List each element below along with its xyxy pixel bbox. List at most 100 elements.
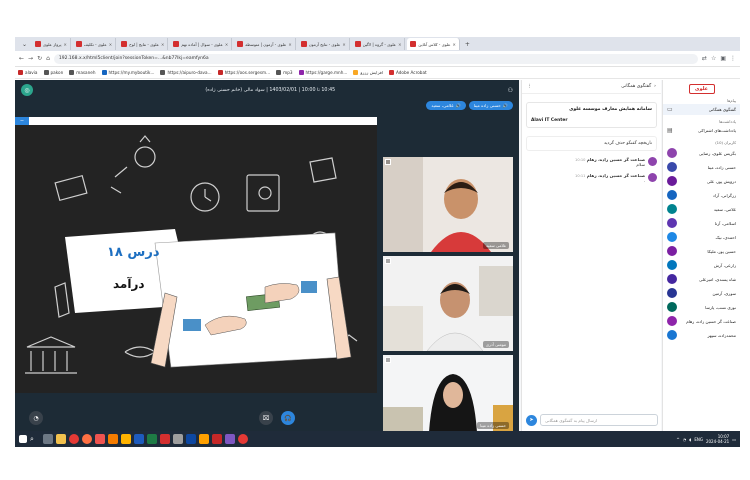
user-list-item[interactable]: حسنی زاده، مینا [663, 160, 740, 174]
bookmark[interactable]: Adobe Acrobat [388, 70, 427, 75]
close-icon[interactable]: ✕ [288, 42, 291, 47]
close-icon[interactable]: ✕ [398, 42, 401, 47]
bookmark[interactable]: masaneh [69, 70, 96, 75]
bookmark-icon [69, 70, 75, 75]
user-list-item[interactable]: حسین پور، ملیکا [663, 244, 740, 258]
home-icon[interactable]: ⌂ [46, 55, 50, 62]
browser-window: ⌄ پرواز علوی ✕ علوی - تکلیف ✕ علوی - نتایج… [15, 37, 740, 447]
browser-tab[interactable]: علوی - گروه | لاگین ✕ [352, 38, 406, 50]
search-icon[interactable]: ⌕ [30, 434, 40, 444]
app-icon[interactable] [225, 434, 235, 444]
app-icon[interactable] [108, 434, 118, 444]
task-view-icon[interactable] [43, 434, 53, 444]
user-list-item[interactable]: محمدزاده، سپهر [663, 328, 740, 342]
expand-icon[interactable] [385, 159, 391, 165]
webcam-tile[interactable]: حسنی زاده مینا [383, 355, 513, 432]
app-icon[interactable] [121, 434, 131, 444]
audio-button[interactable]: 🎧 [281, 411, 295, 425]
volume-icon[interactable]: ◖ [689, 437, 691, 442]
browser-tab[interactable]: علوی - تکلیف ✕ [73, 38, 117, 50]
start-icon[interactable] [19, 435, 27, 443]
new-tab-icon[interactable]: + [462, 41, 473, 48]
network-icon[interactable]: ◔ [683, 437, 687, 442]
close-icon[interactable]: ✕ [161, 42, 164, 47]
user-list-item[interactable]: زارعی، آرش [663, 258, 740, 272]
clock[interactable]: 10:07 2024-04-21 [706, 434, 729, 444]
language-indicator[interactable]: ENG [694, 437, 703, 442]
browser-tab[interactable]: پرواز علوی ✕ [32, 38, 71, 50]
chrome-icon[interactable] [69, 434, 79, 444]
chevron-up-icon[interactable]: ^ [676, 437, 679, 442]
user-list-item[interactable]: اسلامی، آرتا [663, 216, 740, 230]
close-icon[interactable]: ✕ [342, 42, 345, 47]
avatar [667, 316, 677, 326]
close-icon[interactable]: ✕ [109, 42, 112, 47]
app-icon[interactable] [212, 434, 222, 444]
url-field[interactable]: 192.168.x.x/html5client/join?sessionToke… [53, 53, 698, 64]
firefox-icon[interactable] [82, 434, 92, 444]
bookmark[interactable]: pakon [43, 70, 63, 75]
chat-input[interactable]: ارسال پیام به گفتگوی همگانی [540, 414, 658, 426]
webcam-tile[interactable]: مومنی آذری [383, 256, 513, 351]
bookmark[interactable]: https://garge.mnh... [298, 70, 347, 75]
user-list-item[interactable]: صناعت گر حسین زاده، رهام [663, 314, 740, 328]
browser-tab[interactable]: علوی - آزمون | متوسطه ✕ [234, 38, 296, 50]
send-button[interactable]: ➤ [526, 414, 537, 426]
bookmark[interactable]: alavia [18, 70, 38, 75]
close-icon[interactable]: ✕ [64, 42, 67, 47]
file-explorer-icon[interactable] [56, 434, 66, 444]
user-list-item[interactable]: غلامی، سعید [663, 202, 740, 216]
expand-icon[interactable] [385, 258, 391, 264]
notifications-icon[interactable]: ▭ [732, 437, 736, 442]
forward-icon[interactable]: → [28, 55, 33, 62]
browser-tab-active[interactable]: علوی - کلاس آنلاین ✕ [407, 38, 460, 50]
acrobat-icon[interactable] [160, 434, 170, 444]
shared-notes-link[interactable]: یادداشت‌های اشتراکی ▤ [663, 125, 740, 136]
tab-search-icon[interactable]: ⌄ [19, 41, 30, 48]
extensions-icon[interactable]: ▣ [720, 55, 726, 62]
chat-message: صناعت گر حسین زاده، رهام 10:11 . [526, 173, 657, 183]
bookmark[interactable]: https://oos.sergesm... [217, 70, 270, 75]
tab-favicon [237, 41, 244, 47]
browser-tab[interactable]: علوی - نتایج | لوح ✕ [118, 38, 169, 50]
expand-icon[interactable] [385, 357, 391, 363]
system-message: تاریخچه گفتگو حذف گردید [526, 136, 657, 151]
public-chat-link[interactable]: گفتگوی همگانی ▭ [663, 104, 740, 115]
menu-icon[interactable]: ⋮ [730, 55, 736, 62]
session-logo[interactable]: ◎ [21, 84, 33, 96]
app-icon[interactable] [173, 434, 183, 444]
user-list-item[interactable]: سوری، آرمین [663, 286, 740, 300]
close-icon[interactable]: ✕ [225, 42, 228, 47]
screenshare-button[interactable]: ⌧ [259, 411, 273, 425]
word-icon[interactable] [134, 434, 144, 444]
chevron-right-icon[interactable]: ‹ [654, 84, 656, 89]
photoshop-icon[interactable] [186, 434, 196, 444]
bookmark[interactable]: افزایش رزرو [353, 70, 383, 75]
app-icon[interactable] [199, 434, 209, 444]
browser-tab[interactable]: علوی - سوال | آماده نهم ✕ [170, 38, 233, 50]
bookmark[interactable]: https://aipuro-dava... [160, 70, 212, 75]
translate-icon[interactable]: ⇄ [702, 55, 707, 62]
browser-tab[interactable]: علوی - نتایج آزمون ✕ [298, 38, 350, 50]
user-list-item[interactable]: نوری نسب، پارسا [663, 300, 740, 314]
notes-icon: ▤ [667, 127, 673, 134]
user-list-item[interactable]: شاه پسندی، امیرعلی [663, 272, 740, 286]
excel-icon[interactable] [147, 434, 157, 444]
session-title: 10:45 تا 10:00 | 1403/02/01 | سواد مالی … [205, 87, 336, 93]
avatar [667, 274, 677, 284]
star-icon[interactable]: ☆ [711, 55, 716, 62]
more-icon[interactable]: ⋮ [527, 84, 532, 89]
user-list-item[interactable]: احمدی، نیک [663, 230, 740, 244]
webcam-tile[interactable]: غلامی سعید [383, 157, 513, 252]
reload-icon[interactable]: ↻ [37, 55, 42, 62]
close-icon[interactable]: ✕ [453, 42, 456, 47]
app-icon[interactable] [238, 434, 248, 444]
user-list-item[interactable]: بگریس علوی، رضایی [663, 146, 740, 160]
bookmark[interactable]: https://my.myboutik... [101, 70, 154, 75]
bookmark[interactable]: mp3 [276, 70, 293, 75]
user-list-item[interactable]: زرگرانی، آراد [663, 188, 740, 202]
back-icon[interactable]: ← [19, 55, 24, 62]
app-icon[interactable] [95, 434, 105, 444]
user-list-item[interactable]: درویش پور، علی [663, 174, 740, 188]
actions-button[interactable]: ◔ [29, 411, 43, 425]
